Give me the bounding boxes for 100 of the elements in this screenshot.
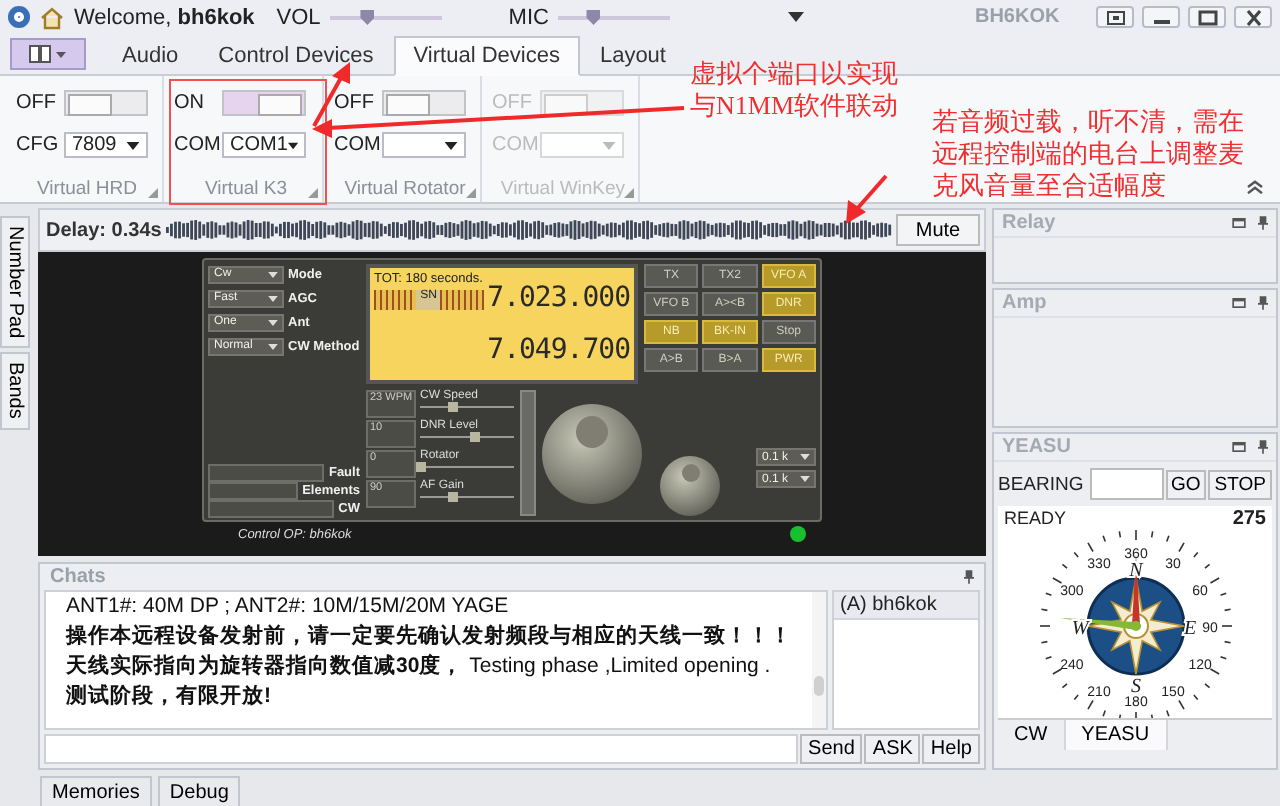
annotation-text: 克风音量至合适幅度 [932, 170, 1168, 202]
toggle-switch[interactable] [64, 90, 148, 116]
window-icon[interactable] [1232, 298, 1246, 308]
app-logo-icon[interactable] [8, 6, 30, 28]
window-icon[interactable] [1232, 218, 1246, 228]
side-tab[interactable]: Number Pad [0, 216, 30, 349]
pin-icon[interactable] [1258, 296, 1268, 310]
window-title: BH6KOK [974, 6, 1060, 28]
field-label: COM [492, 134, 534, 156]
app-menu-button[interactable] [10, 38, 86, 70]
bottom-tab[interactable]: Debug [157, 776, 241, 806]
chat-button[interactable]: ASK [864, 734, 921, 764]
corner-arrow-icon[interactable] [148, 188, 158, 198]
group-label: Virtual Rotator [344, 178, 466, 200]
rotator-button[interactable]: GO [1165, 469, 1207, 499]
maximize-button[interactable] [1188, 6, 1226, 28]
slider-thumb[interactable] [416, 462, 426, 472]
minimize-icon [1153, 20, 1169, 24]
panel-title: Chats [50, 566, 106, 588]
slider-track[interactable] [420, 402, 514, 412]
caret-down-icon [602, 141, 616, 149]
caret-down-icon [444, 141, 458, 149]
ribbon-tab[interactable]: Control Devices [198, 36, 394, 74]
minimize-button[interactable] [1142, 6, 1180, 28]
dropdown-field[interactable]: COM1 [222, 132, 306, 158]
chat-message: 天线实际指向为旋转器指向数值减30度， Testing phase ,Limited opening . [66, 652, 773, 680]
scrollbar[interactable] [520, 390, 536, 516]
welcome-text: Welcome, bh6kok [74, 5, 255, 29]
panel-title: Relay [1002, 212, 1056, 234]
fullscreen-button[interactable] [1096, 6, 1134, 28]
ribbon-tab[interactable]: Layout [579, 36, 686, 74]
panel-tab[interactable]: YEASU [1065, 720, 1168, 750]
pin-icon[interactable] [1258, 440, 1268, 454]
corner-arrow-icon[interactable] [466, 188, 476, 198]
caret-down-icon [268, 295, 278, 301]
screen-icon [1105, 9, 1125, 25]
mute-button[interactable]: Mute [896, 214, 980, 246]
group-label: Virtual K3 [204, 178, 287, 200]
bearing-reading: 275 [1232, 508, 1266, 526]
side-tab[interactable]: Bands [0, 352, 30, 429]
chat-input[interactable] [44, 734, 799, 764]
control-knob[interactable] [660, 456, 720, 516]
caret-down-icon [800, 454, 810, 460]
mic-label: MIC [508, 5, 549, 29]
status-field [208, 463, 325, 481]
caret-down-icon[interactable] [788, 11, 805, 23]
caret-down-icon [800, 476, 810, 482]
toggle-label: OFF [334, 92, 376, 114]
user-item[interactable]: (A) bh6kok [834, 592, 978, 620]
rotator-button[interactable]: STOP [1208, 469, 1272, 499]
pin-icon[interactable] [964, 570, 974, 584]
annotation-text: 远程控制端的电台上调整麦 [932, 138, 1244, 170]
frequency-readout: 7.023.000 [487, 282, 630, 314]
chat-button[interactable]: Send [800, 734, 863, 764]
corner-arrow-icon[interactable] [308, 188, 318, 198]
bearing-input[interactable] [1089, 468, 1164, 500]
home-icon[interactable] [40, 5, 64, 29]
chat-message: 测试阶段，有限开放! [66, 682, 273, 710]
close-icon [1243, 9, 1263, 25]
slider-thumb[interactable] [360, 9, 375, 25]
collapse-icon[interactable] [1246, 180, 1264, 194]
slider-track[interactable] [420, 462, 514, 472]
ribbon-tab[interactable]: Virtual Devices [393, 36, 580, 76]
caret-down-icon [268, 319, 278, 325]
close-button[interactable] [1234, 6, 1272, 28]
caret-down-icon [287, 141, 298, 149]
slider-thumb[interactable] [470, 432, 481, 442]
toggle-switch[interactable] [382, 90, 466, 116]
dropdown-field[interactable] [382, 132, 466, 158]
field-label: COM [174, 134, 216, 156]
slider-thumb[interactable] [448, 402, 459, 412]
toggle-label: ON [174, 92, 206, 114]
dropdown-field[interactable] [540, 132, 624, 158]
slider-track[interactable] [420, 492, 514, 502]
dropdown-field[interactable]: 7809 [64, 132, 148, 158]
slider-thumb[interactable] [586, 9, 601, 25]
corner-arrow-icon[interactable] [624, 188, 634, 198]
pin-icon[interactable] [1258, 216, 1268, 230]
field-label: CFG [16, 134, 58, 156]
annotation-arrow [846, 174, 888, 224]
toggle-label: OFF [492, 92, 534, 114]
maximize-icon [1197, 9, 1217, 25]
window-icon[interactable] [1232, 442, 1246, 452]
caret-down-icon [126, 141, 140, 149]
chat-button[interactable]: Help [922, 734, 980, 764]
status-led-icon [790, 526, 806, 542]
slider-thumb[interactable] [448, 492, 459, 502]
bearing-label: BEARING [998, 473, 1084, 495]
scrollbar[interactable] [812, 592, 826, 728]
cardinal-label: S [1130, 676, 1140, 698]
slider-track[interactable] [420, 432, 514, 442]
panel-title: Amp [1002, 292, 1047, 314]
status-text: READY [1004, 508, 1067, 526]
tuning-knob[interactable] [542, 403, 642, 503]
toggle-switch[interactable] [222, 90, 306, 116]
ribbon-tab[interactable]: Audio [102, 36, 199, 74]
panel-layout-icon [28, 44, 68, 64]
bottom-tab[interactable]: Memories [40, 776, 152, 806]
panel-title: YEASU [1002, 436, 1071, 458]
group-label: Virtual WinKey [500, 178, 626, 200]
